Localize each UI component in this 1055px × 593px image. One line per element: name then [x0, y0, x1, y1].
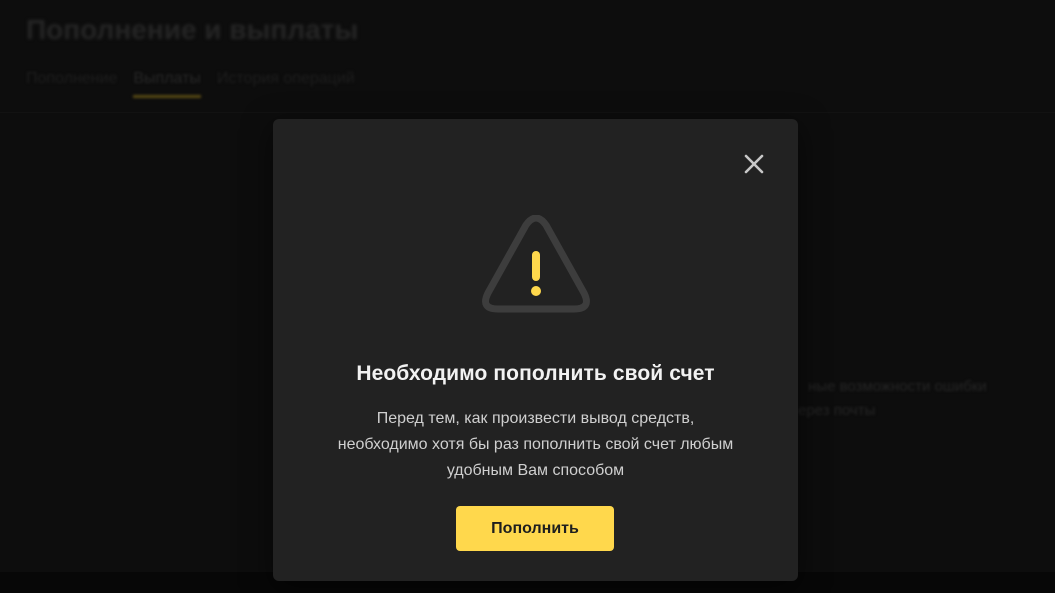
modal-description: Перед тем, как произвести вывод средств,… [337, 410, 734, 479]
deposit-button[interactable]: Пополнить [456, 506, 614, 551]
close-icon [744, 154, 764, 174]
close-button[interactable] [740, 150, 768, 178]
warning-triangle-icon [482, 215, 590, 313]
modal-title: Необходимо пополнить свой счет [356, 362, 715, 385]
deposit-required-modal: Необходимо пополнить свой счет Перед тем… [273, 119, 798, 581]
